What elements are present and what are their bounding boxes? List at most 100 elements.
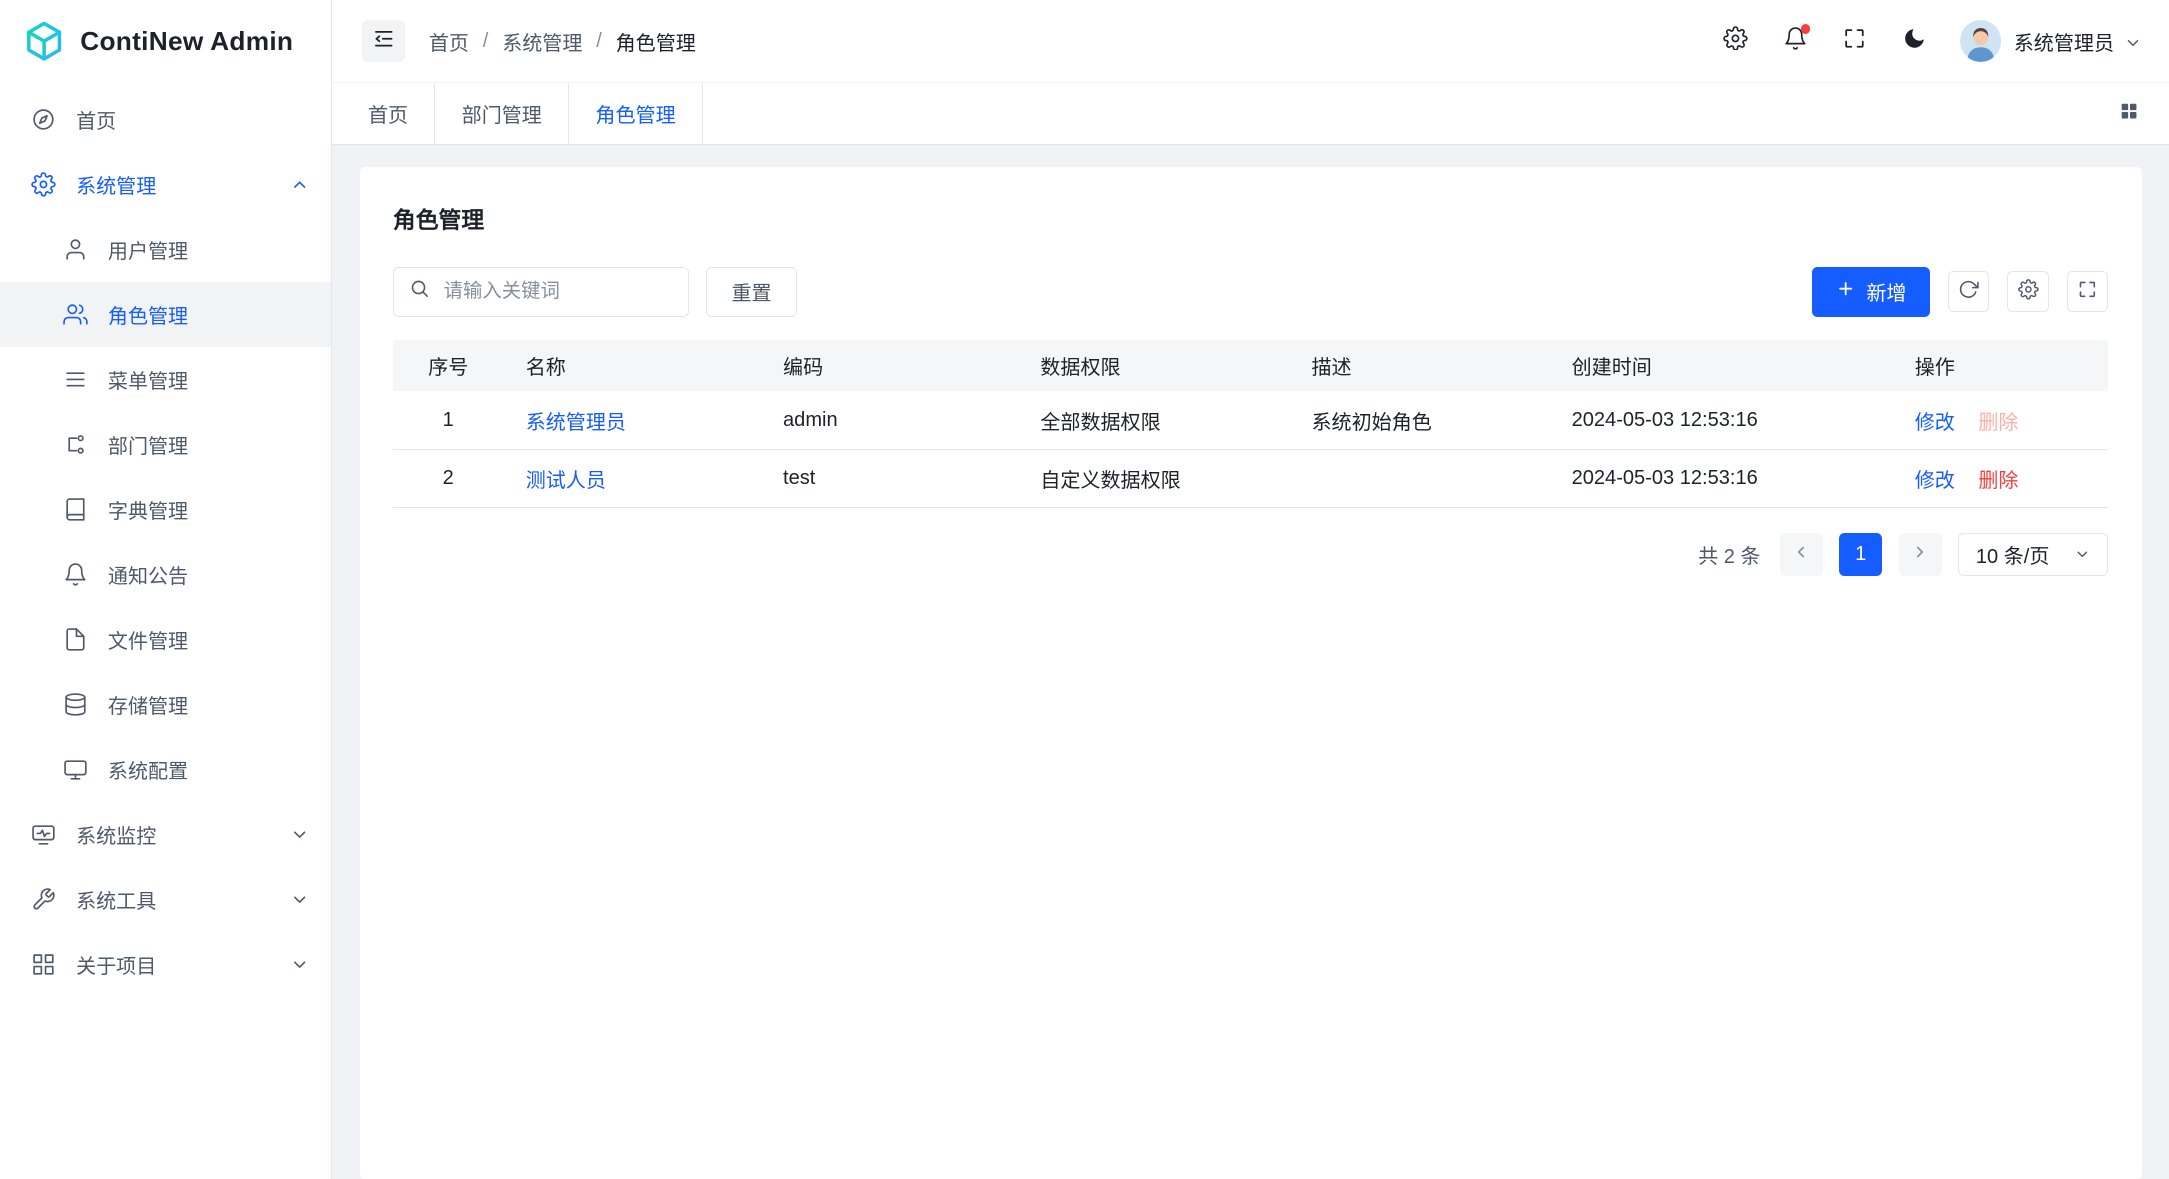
tab-dept-mgmt[interactable]: 部门管理 xyxy=(435,83,569,144)
wrench-icon xyxy=(30,887,56,913)
menu-fold-icon xyxy=(372,27,396,56)
tab-role-mgmt[interactable]: 角色管理 xyxy=(569,83,703,144)
header: 首页 / 系统管理 / 角色管理 xyxy=(332,0,2169,83)
gear-icon xyxy=(2018,279,2039,305)
add-button[interactable]: 新增 xyxy=(1812,267,1930,317)
tab-bar: 首页 部门管理 角色管理 xyxy=(332,83,2169,145)
sidebar-collapse-button[interactable] xyxy=(362,20,405,63)
cell-code: test xyxy=(761,449,1018,507)
sidebar-item-system-mgmt[interactable]: 系统管理 xyxy=(0,152,331,217)
moon-icon xyxy=(1902,26,1927,57)
sidebar-item-user-mgmt[interactable]: 用户管理 xyxy=(0,217,331,282)
role-mgmt-card: 角色管理 重置 新增 xyxy=(360,167,2142,1178)
reset-button[interactable]: 重置 xyxy=(706,267,798,317)
page-size-value: 10 条/页 xyxy=(1976,540,2050,569)
app-logo-row[interactable]: ContiNew Admin xyxy=(0,0,331,83)
avatar[interactable] xyxy=(1960,20,2002,62)
edit-button[interactable]: 修改 xyxy=(1915,470,1955,492)
roles-table: 序号 名称 编码 数据权限 描述 创建时间 操作 1 系统管理员 xyxy=(393,340,2109,508)
user-icon xyxy=(62,237,88,263)
cell-index: 2 xyxy=(393,449,504,507)
gear-icon xyxy=(1723,26,1748,57)
chevron-up-icon xyxy=(290,175,309,194)
pagination: 共 2 条 1 10 条/页 xyxy=(393,533,2109,576)
table-row: 1 系统管理员 admin 全部数据权限 系统初始角色 2024-05-03 1… xyxy=(393,391,2109,449)
page-number-current[interactable]: 1 xyxy=(1839,533,1882,576)
edit-button[interactable]: 修改 xyxy=(1915,412,1955,434)
fullscreen-button[interactable] xyxy=(1831,17,1878,64)
col-header-created-at: 创建时间 xyxy=(1549,340,1892,391)
col-header-description: 描述 xyxy=(1289,340,1549,391)
user-menu[interactable]: 系统管理员 xyxy=(2014,27,2142,56)
user-name: 系统管理员 xyxy=(2014,27,2114,56)
app-logo-icon xyxy=(22,19,66,63)
sidebar-item-role-mgmt[interactable]: 角色管理 xyxy=(0,282,331,347)
sidebar-item-label: 首页 xyxy=(76,105,309,134)
search-input[interactable] xyxy=(441,279,673,305)
sidebar-submenu-system-mgmt: 用户管理 角色管理 菜单管理 xyxy=(0,217,331,802)
users-icon xyxy=(62,302,88,328)
sidebar-item-storage-mgmt[interactable]: 存储管理 xyxy=(0,672,331,737)
breadcrumb-system-mgmt[interactable]: 系统管理 xyxy=(502,27,582,56)
tab-label: 首页 xyxy=(368,99,408,128)
col-header-name: 名称 xyxy=(504,340,761,391)
sidebar-item-dict-mgmt[interactable]: 字典管理 xyxy=(0,477,331,542)
breadcrumb-home[interactable]: 首页 xyxy=(429,27,469,56)
tab-label: 角色管理 xyxy=(595,99,675,128)
tree-icon xyxy=(62,432,88,458)
sidebar-item-about[interactable]: 关于项目 xyxy=(0,932,331,997)
sidebar-item-label: 字典管理 xyxy=(108,495,309,524)
chevron-down-icon xyxy=(2124,32,2142,50)
sidebar-item-label: 关于项目 xyxy=(76,950,289,979)
settings-button[interactable] xyxy=(1712,17,1759,64)
page-size-select[interactable]: 10 条/页 xyxy=(1958,533,2108,576)
plus-icon xyxy=(1836,279,1855,304)
sidebar-item-menu-mgmt[interactable]: 菜单管理 xyxy=(0,347,331,412)
role-name-link[interactable]: 测试人员 xyxy=(526,470,606,492)
table-fullscreen-button[interactable] xyxy=(2067,271,2109,313)
refresh-button[interactable] xyxy=(1948,271,1990,313)
sidebar-item-system-monitor[interactable]: 系统监控 xyxy=(0,802,331,867)
delete-button[interactable]: 删除 xyxy=(1978,470,2018,492)
sidebar-menu: 首页 系统管理 用户管理 xyxy=(0,83,331,1179)
breadcrumb-separator: / xyxy=(596,30,602,53)
cell-code: admin xyxy=(761,391,1018,449)
cell-created-at: 2024-05-03 12:53:16 xyxy=(1549,391,1892,449)
tab-list-button[interactable] xyxy=(2110,94,2149,133)
table-header-row: 序号 名称 编码 数据权限 描述 创建时间 操作 xyxy=(393,340,2109,391)
content-area: 角色管理 重置 新增 xyxy=(332,145,2169,1178)
sidebar-item-label: 用户管理 xyxy=(108,235,309,264)
theme-toggle-button[interactable] xyxy=(1891,17,1938,64)
delete-button: 删除 xyxy=(1978,412,2018,434)
cell-description: 系统初始角色 xyxy=(1289,391,1549,449)
sidebar: ContiNew Admin 首页 系统管理 xyxy=(0,0,332,1179)
col-header-index: 序号 xyxy=(393,340,504,391)
col-header-data-scope: 数据权限 xyxy=(1018,340,1289,391)
table-row: 2 测试人员 test 自定义数据权限 2024-05-03 12:53:16 … xyxy=(393,449,2109,507)
breadcrumb: 首页 / 系统管理 / 角色管理 xyxy=(429,27,696,56)
sidebar-item-dept-mgmt[interactable]: 部门管理 xyxy=(0,412,331,477)
grid-small-icon xyxy=(2118,100,2140,128)
sidebar-item-home[interactable]: 首页 xyxy=(0,87,331,152)
fullscreen-icon xyxy=(1842,26,1867,57)
sidebar-item-file-mgmt[interactable]: 文件管理 xyxy=(0,607,331,672)
main-area: 首页 / 系统管理 / 角色管理 xyxy=(332,0,2169,1179)
role-name-link[interactable]: 系统管理员 xyxy=(526,412,626,434)
sidebar-item-notice[interactable]: 通知公告 xyxy=(0,542,331,607)
next-page-button[interactable] xyxy=(1899,533,1942,576)
sidebar-item-label: 部门管理 xyxy=(108,430,309,459)
file-icon xyxy=(62,627,88,653)
grid-icon xyxy=(30,952,56,978)
database-icon xyxy=(62,692,88,718)
prev-page-button[interactable] xyxy=(1780,533,1823,576)
sidebar-item-system-tools[interactable]: 系统工具 xyxy=(0,867,331,932)
search-box xyxy=(393,267,689,317)
compass-icon xyxy=(30,107,56,133)
column-settings-button[interactable] xyxy=(2007,271,2049,313)
tab-home[interactable]: 首页 xyxy=(342,83,436,144)
notifications-button[interactable] xyxy=(1772,17,1819,64)
tab-actions xyxy=(2110,83,2169,144)
chevron-down-icon xyxy=(2074,546,2091,563)
toolbar: 重置 新增 xyxy=(393,267,2109,317)
sidebar-item-system-config[interactable]: 系统配置 xyxy=(0,737,331,802)
